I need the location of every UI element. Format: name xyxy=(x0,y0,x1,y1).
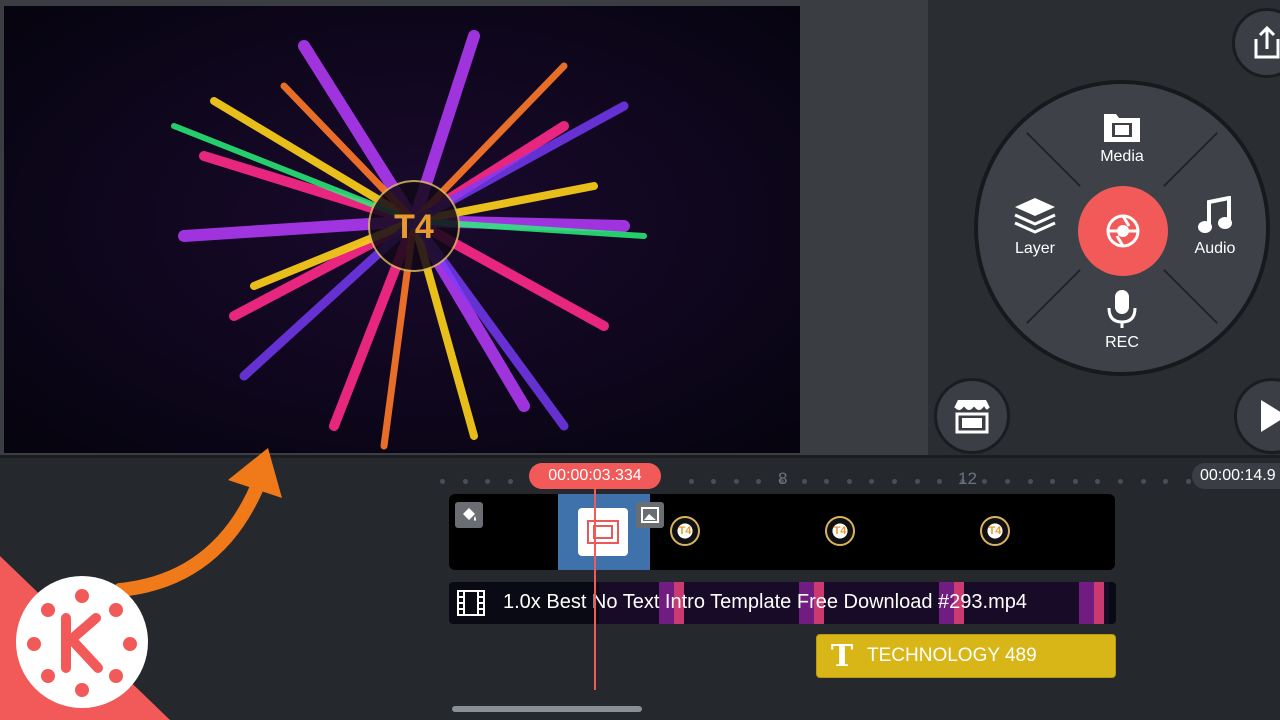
ruler-tick xyxy=(982,479,988,484)
logo-sticker-1: T4 xyxy=(670,516,700,546)
ruler-tick xyxy=(937,479,943,484)
ruler-tick xyxy=(1005,479,1010,484)
capture-button[interactable] xyxy=(1078,186,1168,276)
audio-button[interactable]: Audio xyxy=(1170,196,1260,258)
music-note-icon xyxy=(1198,196,1232,233)
ruler-mark-label: 12 xyxy=(958,469,977,488)
audio-label: Audio xyxy=(1194,240,1236,257)
ruler-tick xyxy=(914,479,920,484)
media-folder-icon xyxy=(1104,114,1140,142)
video-clip-label: 1.0x Best No Text Intro Template Free Do… xyxy=(503,591,1027,613)
text-t-icon: T xyxy=(830,638,854,674)
layer-button[interactable]: Layer xyxy=(990,196,1080,258)
kinemaster-logo xyxy=(0,556,170,720)
preview-frame-image: T4 xyxy=(4,6,800,453)
layers-icon xyxy=(1014,198,1056,234)
preview-panel: T4 xyxy=(0,0,928,455)
ruler-tick xyxy=(485,479,491,484)
ruler-tick xyxy=(440,479,445,484)
total-duration-badge: 00:00:14.9 xyxy=(1192,463,1280,489)
rec-button[interactable]: REC xyxy=(1077,288,1167,352)
watermark-logo: T4 xyxy=(394,208,434,246)
film-icon xyxy=(457,590,485,616)
asset-store-button[interactable] xyxy=(934,378,1010,454)
media-button[interactable]: Media xyxy=(1077,110,1167,166)
ruler-tick xyxy=(1185,479,1191,484)
ruler-tick xyxy=(1140,479,1146,484)
ruler-tick xyxy=(1027,479,1033,484)
ruler-tick xyxy=(688,479,694,484)
media-label: Media xyxy=(1100,148,1144,165)
ruler-tick xyxy=(711,479,717,484)
app-screen: T4 Media Layer Audio REC 8 12 T4 T4 T4 1… xyxy=(0,0,1280,720)
paint-bucket-icon xyxy=(455,502,483,528)
ruler-tick xyxy=(1072,479,1078,484)
image-icon xyxy=(636,502,664,528)
logo-sticker-3: T4 xyxy=(980,516,1010,546)
ruler-tick xyxy=(1163,479,1169,484)
ruler-tick xyxy=(507,479,513,484)
media-wheel: Media Layer Audio REC xyxy=(974,80,1270,376)
playhead-time-badge: 00:00:03.334 xyxy=(529,463,661,489)
ruler-tick xyxy=(462,479,468,484)
microphone-icon xyxy=(1107,290,1137,328)
ruler-tick xyxy=(869,479,875,484)
ruler-tick xyxy=(756,479,762,484)
playhead-line[interactable] xyxy=(594,488,596,690)
timeline-scrollbar[interactable] xyxy=(452,706,642,712)
layer-clip-thumbnail[interactable] xyxy=(578,508,628,556)
video-preview[interactable]: T4 xyxy=(4,6,800,453)
ruler-tick xyxy=(892,479,897,484)
ruler-tick xyxy=(1095,479,1101,484)
text-clip[interactable]: T TECHNOLOGY 489 xyxy=(816,634,1116,678)
store-icon xyxy=(953,400,991,434)
text-clip-label: TECHNOLOGY 489 xyxy=(867,645,1037,666)
ruler-tick xyxy=(1050,479,1056,484)
logo-sticker-2: T4 xyxy=(825,516,855,546)
ruler-tick xyxy=(733,479,739,484)
play-icon xyxy=(1261,400,1280,432)
rec-label: REC xyxy=(1105,334,1139,351)
ruler-tick xyxy=(1118,479,1123,484)
video-clip[interactable]: 1.0x Best No Text Intro Template Free Do… xyxy=(449,582,1116,624)
ruler-mark-label: 8 xyxy=(778,469,788,488)
camera-shutter-icon xyxy=(1106,214,1140,248)
layer-label: Layer xyxy=(1014,240,1056,257)
layer-track[interactable] xyxy=(449,494,1115,570)
frame-layer-icon xyxy=(587,520,619,544)
ruler-tick xyxy=(846,479,852,484)
export-icon xyxy=(1254,25,1280,59)
ruler-tick xyxy=(801,479,807,484)
ruler-tick xyxy=(824,479,830,484)
